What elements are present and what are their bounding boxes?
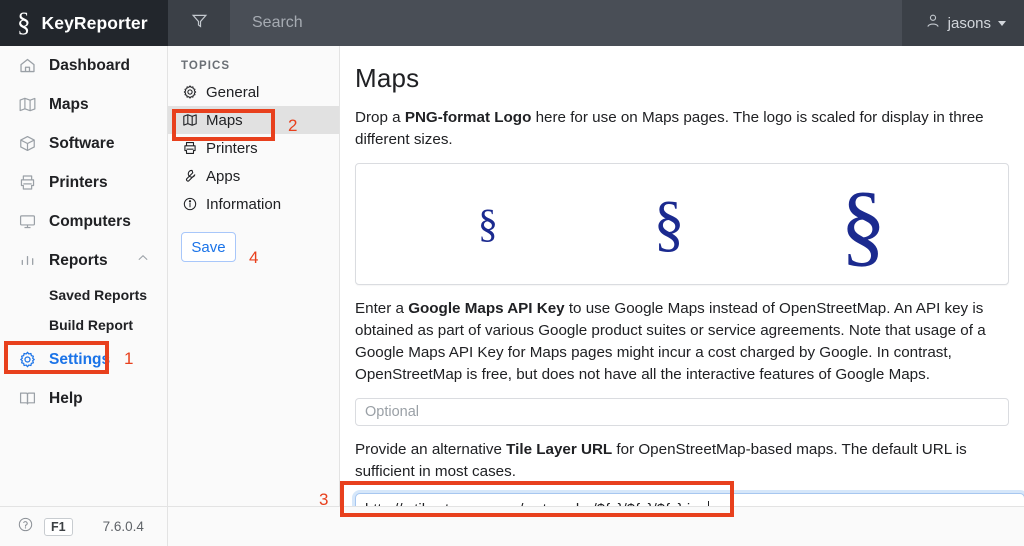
topics-heading: TOPICS — [181, 60, 231, 72]
sidebar-item-label: Settings — [49, 350, 111, 368]
user-name: jasons — [947, 14, 991, 32]
info-icon — [181, 196, 198, 213]
home-icon — [17, 56, 37, 76]
brand-logo[interactable]: § KeyReporter — [0, 0, 168, 46]
wrench-icon — [181, 168, 198, 185]
book-icon — [17, 389, 37, 409]
topic-item-information[interactable]: Information — [168, 190, 339, 218]
logo-description: Drop a PNG-format Logo here for use on M… — [355, 107, 1009, 151]
topic-item-general[interactable]: General — [168, 78, 339, 106]
tile-url-input[interactable]: http://c.tile.stamen.com/watercolor/${z}… — [355, 493, 1024, 506]
main-content: Maps Drop a PNG-format Logo here for use… — [340, 46, 1024, 506]
annotation-number-1: 1 — [124, 349, 134, 368]
sidebar-item-dashboard[interactable]: Dashboard — [0, 46, 167, 85]
tile-desc-bold: Tile Layer URL — [506, 441, 613, 459]
annotation-number-4: 4 — [249, 248, 259, 267]
gear-icon — [17, 350, 37, 370]
topics-panel: TOPICS General Maps Printers Apps Inform… — [168, 46, 340, 506]
sidebar-item-help[interactable]: Help — [0, 379, 167, 418]
sidebar-subitem-label: Build Report — [49, 317, 133, 333]
sidebar-item-label: Software — [49, 134, 115, 152]
bar-chart-icon — [17, 251, 37, 271]
api-key-description: Enter a Google Maps API Key to use Googl… — [355, 298, 1009, 386]
logo-preview-large: § — [840, 173, 887, 276]
sidebar-item-label: Help — [49, 389, 83, 407]
person-icon — [925, 13, 941, 34]
topic-item-label: General — [206, 83, 260, 101]
sidebar-item-reports[interactable]: Reports — [0, 241, 167, 280]
gear-icon — [181, 84, 198, 101]
page-title: Maps — [355, 63, 420, 93]
map-icon — [181, 112, 198, 129]
search-input[interactable]: Search — [230, 0, 902, 46]
sidebar-item-software[interactable]: Software — [0, 124, 167, 163]
topic-item-label: Information — [206, 195, 282, 213]
topic-item-apps[interactable]: Apps — [168, 162, 339, 190]
top-bar: § KeyReporter Search jasons — [0, 0, 1024, 46]
logo-preview-small: § — [477, 201, 498, 247]
question-circle-icon[interactable] — [17, 516, 34, 538]
sidebar-item-printers[interactable]: Printers — [0, 163, 167, 202]
box-icon — [17, 134, 37, 154]
api-key-placeholder: Optional — [365, 404, 420, 421]
topic-item-printers[interactable]: Printers — [168, 134, 339, 162]
sidebar-item-label: Maps — [49, 95, 89, 113]
annotation-number-2: 2 — [288, 116, 298, 135]
logo-desc-pre: Drop a — [355, 109, 405, 126]
api-desc-bold: Google Maps API Key — [408, 300, 565, 318]
f1-key-badge[interactable]: F1 — [44, 517, 73, 536]
save-button-label: Save — [191, 238, 226, 256]
save-button[interactable]: Save — [181, 232, 236, 262]
map-icon — [17, 95, 37, 115]
tile-desc-pre: Provide an alternative — [355, 441, 507, 459]
search-placeholder: Search — [252, 14, 303, 31]
sidebar-item-maps[interactable]: Maps — [0, 85, 167, 124]
api-key-input[interactable]: Optional — [355, 398, 1009, 427]
monitor-icon — [17, 212, 37, 232]
topic-item-label: Printers — [206, 139, 258, 157]
chevron-down-icon — [998, 20, 1006, 26]
sidebar: Dashboard Maps Software Printers Compute… — [0, 46, 168, 506]
sidebar-subitem-build-report[interactable]: Build Report — [0, 310, 167, 340]
section-sign-icon: § — [17, 6, 31, 37]
filter-icon — [191, 12, 208, 34]
sidebar-item-label: Computers — [49, 212, 131, 230]
tile-url-description: Provide an alternative Tile Layer URL fo… — [355, 439, 1009, 483]
chevron-up-icon[interactable] — [136, 251, 150, 270]
annotation-number-3: 3 — [319, 490, 329, 509]
filter-button[interactable] — [168, 0, 230, 46]
logo-dropzone[interactable]: § § § — [355, 163, 1009, 286]
sidebar-subitem-label: Saved Reports — [49, 287, 148, 303]
sidebar-subitem-saved-reports[interactable]: Saved Reports — [0, 280, 167, 310]
topic-item-label: Apps — [206, 167, 241, 185]
printer-icon — [17, 173, 37, 193]
sidebar-item-label: Dashboard — [49, 56, 130, 74]
api-desc-pre: Enter a — [355, 300, 409, 318]
sidebar-item-label: Reports — [49, 251, 108, 269]
sidebar-item-computers[interactable]: Computers — [0, 202, 167, 241]
status-bar: F1 7.6.0.4 — [0, 506, 1024, 546]
sidebar-item-settings[interactable]: Settings — [0, 340, 167, 379]
app-title: KeyReporter — [41, 12, 148, 33]
status-bar-left: F1 7.6.0.4 — [0, 506, 168, 546]
app-window: § KeyReporter Search jasons Dashboard Ma… — [0, 0, 1024, 546]
logo-preview-medium: § — [653, 190, 685, 259]
topic-item-maps[interactable]: Maps — [168, 106, 339, 134]
printer-icon — [181, 140, 198, 157]
user-menu[interactable]: jasons — [902, 0, 1024, 46]
topic-item-label: Maps — [206, 111, 243, 129]
sidebar-item-label: Printers — [49, 173, 108, 191]
logo-desc-bold: PNG-format Logo — [404, 109, 532, 126]
version-label: 7.6.0.4 — [102, 519, 144, 534]
